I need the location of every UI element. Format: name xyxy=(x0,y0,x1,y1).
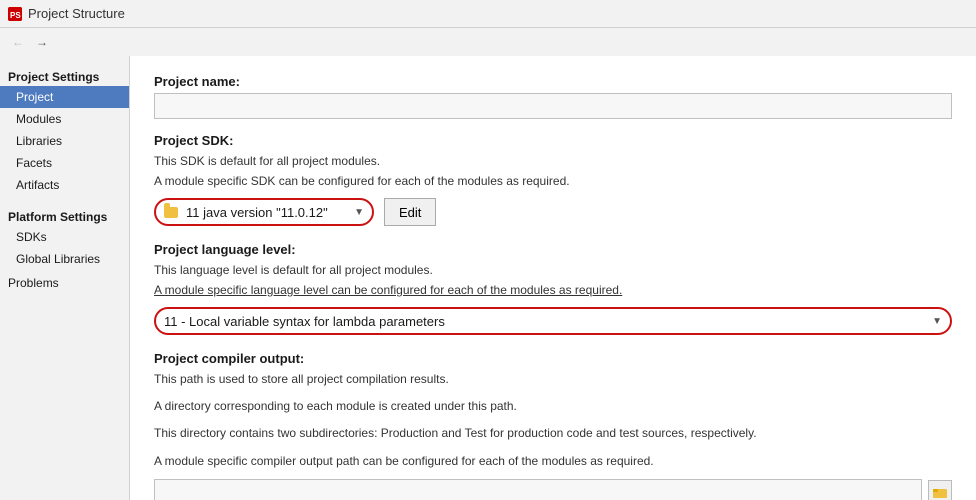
svg-text:PS: PS xyxy=(10,11,21,20)
sdk-value: 11 java version "11.0.12" xyxy=(186,205,328,220)
sidebar-item-global-libraries[interactable]: Global Libraries xyxy=(0,248,129,270)
main-layout: Project Settings Project Modules Librari… xyxy=(0,56,976,500)
compiler-desc3: This directory contains two subdirectori… xyxy=(154,424,952,443)
compiler-desc2: A directory corresponding to each module… xyxy=(154,397,952,416)
title-bar: PS Project Structure xyxy=(0,0,976,28)
window-title: Project Structure xyxy=(28,6,125,21)
sidebar-item-facets[interactable]: Facets xyxy=(0,152,129,174)
compiler-desc4: A module specific compiler output path c… xyxy=(154,452,952,471)
project-name-label: Project name: xyxy=(154,74,952,89)
app-icon: PS xyxy=(8,7,22,21)
sdk-section: Project SDK: This SDK is default for all… xyxy=(154,133,952,226)
lang-value: 11 - Local variable syntax for lambda pa… xyxy=(164,314,445,329)
sdk-dropdown-wrapper: 11 java version "11.0.12" ▼ xyxy=(154,198,374,226)
output-row xyxy=(154,479,952,500)
compiler-section: Project compiler output: This path is us… xyxy=(154,351,952,500)
sdk-row: 11 java version "11.0.12" ▼ Edit xyxy=(154,198,952,226)
lang-desc1: This language level is default for all p… xyxy=(154,261,952,279)
edit-button[interactable]: Edit xyxy=(384,198,436,226)
browse-button[interactable] xyxy=(928,480,952,500)
sidebar-item-modules[interactable]: Modules xyxy=(0,108,129,130)
compiler-label: Project compiler output: xyxy=(154,351,952,366)
sidebar-item-sdks[interactable]: SDKs xyxy=(0,226,129,248)
folder-icon xyxy=(164,207,178,218)
language-section: Project language level: This language le… xyxy=(154,242,952,335)
sidebar-item-project[interactable]: Project xyxy=(0,86,129,108)
lang-dropdown-arrow-icon: ▼ xyxy=(932,316,942,327)
language-label: Project language level: xyxy=(154,242,952,257)
nav-bar: ← → xyxy=(0,28,976,56)
sidebar-item-artifacts[interactable]: Artifacts xyxy=(0,174,129,196)
platform-settings-label: Platform Settings xyxy=(0,204,129,226)
sdk-label: Project SDK: xyxy=(154,133,952,148)
sidebar-item-problems[interactable]: Problems xyxy=(0,270,129,296)
back-button[interactable]: ← xyxy=(8,32,28,52)
forward-button[interactable]: → xyxy=(32,32,52,52)
sidebar-item-libraries[interactable]: Libraries xyxy=(0,130,129,152)
sidebar: Project Settings Project Modules Librari… xyxy=(0,56,130,500)
project-name-input[interactable] xyxy=(154,93,952,119)
content-area: Project name: Project SDK: This SDK is d… xyxy=(130,56,976,500)
sdk-dropdown[interactable]: 11 java version "11.0.12" ▼ xyxy=(154,198,374,226)
sdk-desc2: A module specific SDK can be configured … xyxy=(154,172,952,190)
language-dropdown[interactable]: 11 - Local variable syntax for lambda pa… xyxy=(154,307,952,335)
sdk-desc1: This SDK is default for all project modu… xyxy=(154,152,952,170)
project-settings-label: Project Settings xyxy=(0,64,129,86)
sdk-dropdown-arrow-icon: ▼ xyxy=(354,207,364,218)
browse-folder-icon xyxy=(933,486,947,498)
compiler-output-input[interactable] xyxy=(154,479,922,500)
compiler-desc1: This path is used to store all project c… xyxy=(154,370,952,389)
lang-desc2: A module specific language level can be … xyxy=(154,281,952,299)
